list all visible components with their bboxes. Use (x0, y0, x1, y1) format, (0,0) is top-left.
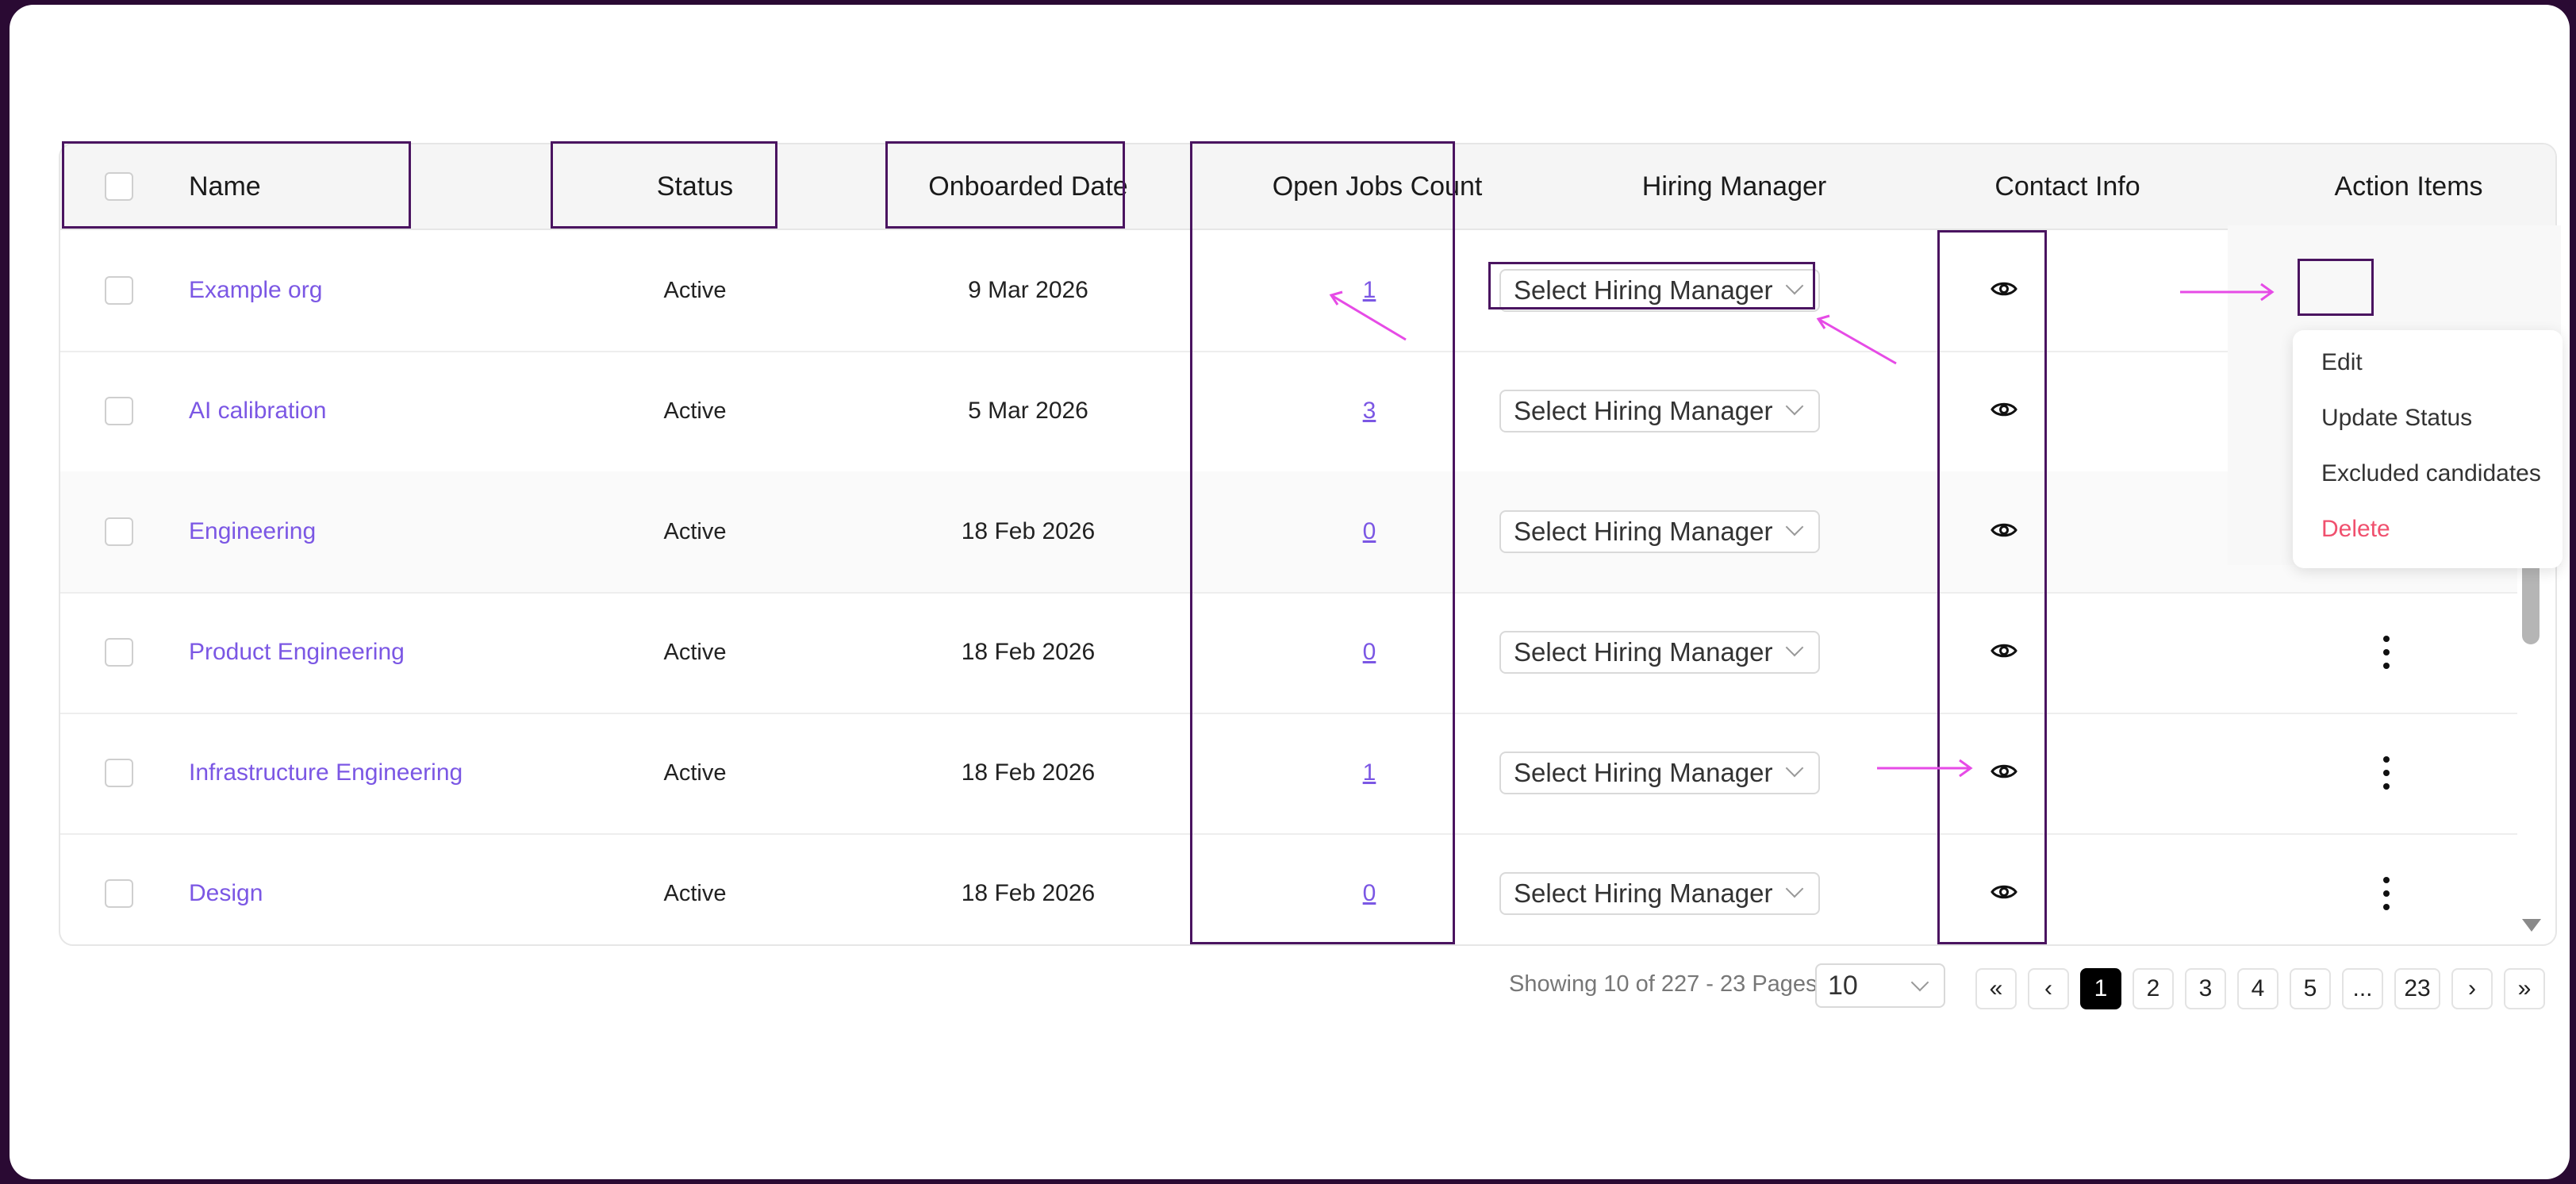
last-page-button[interactable]: » (2504, 968, 2545, 1009)
page-button-1[interactable]: 1 (2080, 968, 2121, 1009)
page-size-select[interactable]: 10 (1815, 963, 1945, 1008)
double-chevron-left-icon: « (1989, 975, 2003, 1001)
next-page-button[interactable]: › (2451, 968, 2493, 1009)
page-button-4[interactable]: 4 (2237, 968, 2278, 1009)
page-button-23[interactable]: 23 (2394, 968, 2440, 1009)
chevron-down-icon (1910, 973, 1929, 992)
arrow-to-hiring-manager (1818, 317, 1897, 365)
page-ellipsis: ... (2342, 968, 2383, 1009)
page-button-2[interactable]: 2 (2133, 968, 2174, 1009)
double-chevron-right-icon: » (2517, 975, 2532, 1001)
pagination-summary: Showing 10 of 227 - 23 Pages (1509, 971, 1818, 997)
first-page-button[interactable]: « (1975, 968, 2017, 1009)
prev-page-button[interactable]: ‹ (2028, 968, 2069, 1009)
page-size-value: 10 (1828, 970, 1858, 1001)
page-button-3[interactable]: 3 (2185, 968, 2226, 1009)
arrow-to-open-jobs (1330, 294, 1407, 341)
chevron-left-icon: ‹ (2044, 975, 2052, 1001)
chevron-right-icon: › (2468, 975, 2476, 1001)
app-frame: Name Status Onboarded Date Open Jobs Cou… (10, 5, 2570, 1179)
page-button-5[interactable]: 5 (2290, 968, 2331, 1009)
